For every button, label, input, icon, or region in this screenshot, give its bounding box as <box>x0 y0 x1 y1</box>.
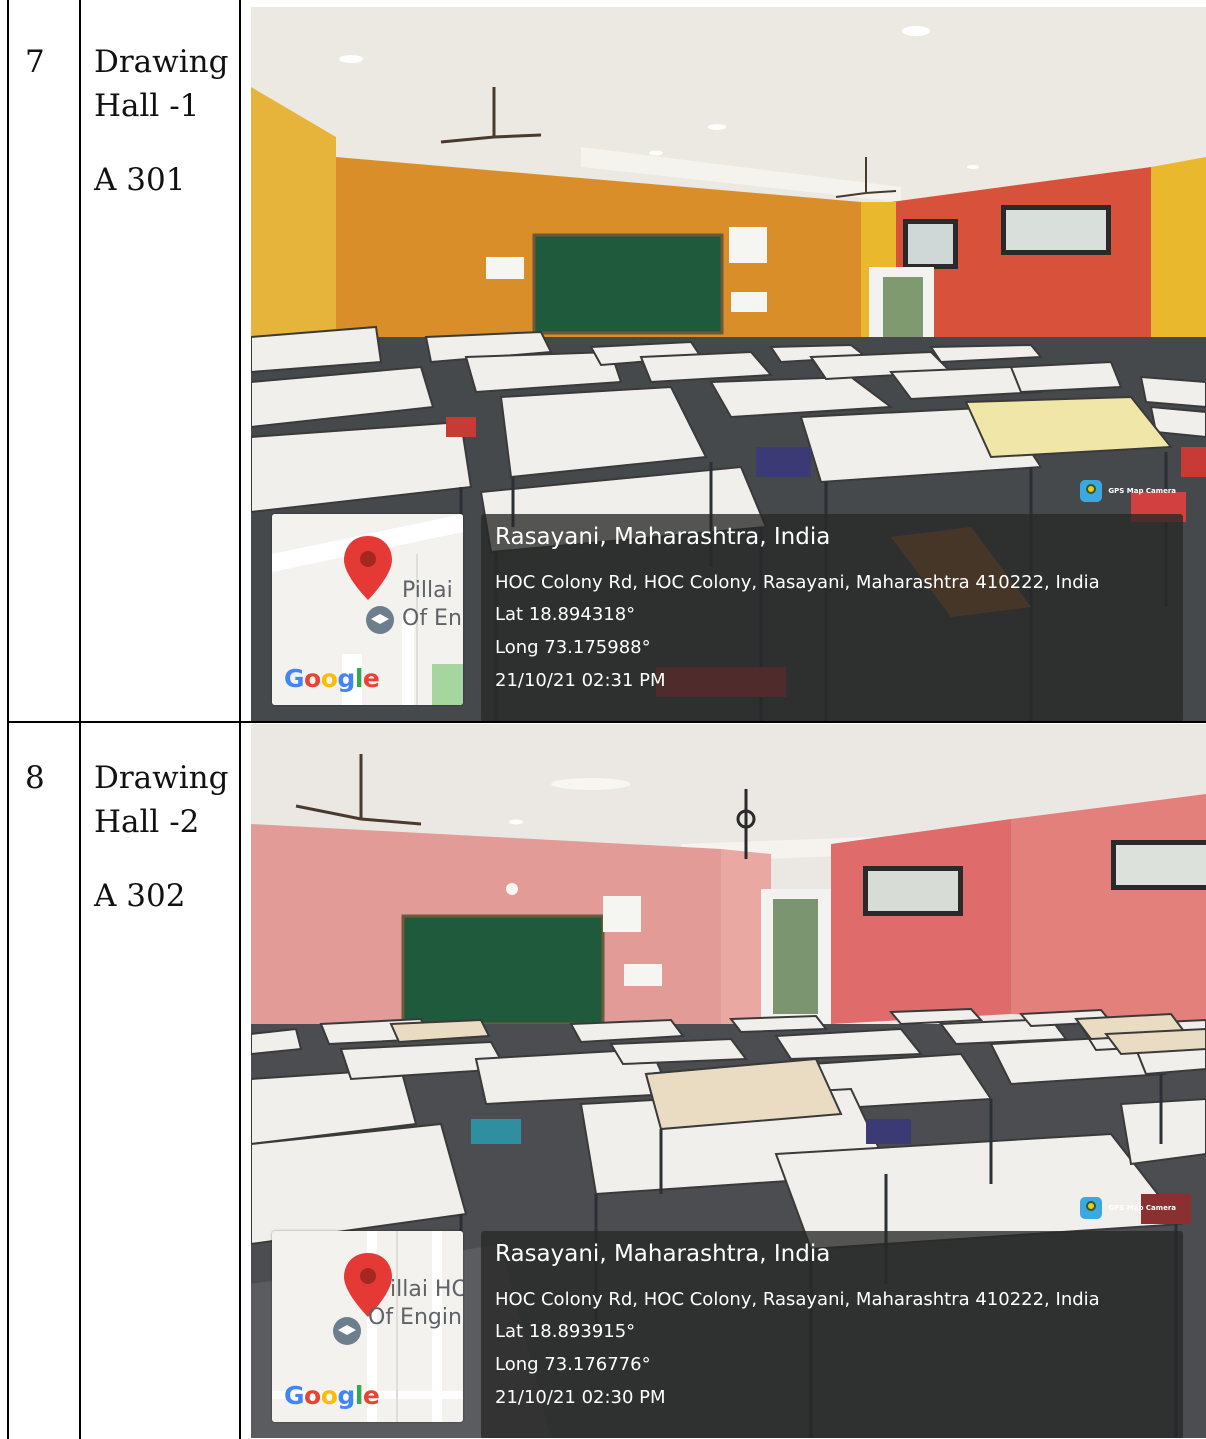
address-text: HOC Colony Rd, HOC Colony, Rasayani, Mah… <box>495 1289 1100 1310</box>
map-label-2: Of Engin <box>368 1305 462 1330</box>
room-code: A 302 <box>94 878 186 914</box>
gps-map-camera-badge: GPS Map Camera <box>1080 480 1176 502</box>
longitude-text: Long 73.175988° <box>495 637 651 658</box>
map-label-1: Pillai <box>402 578 453 603</box>
table-border-col1 <box>79 0 81 1439</box>
datetime-text: 21/10/21 02:30 PM <box>495 1387 666 1408</box>
room-name-line2: Hall -2 <box>94 804 200 840</box>
room-code: A 301 <box>94 162 186 198</box>
location-info-panel: Rasayani, Maharashtra, India HOC Colony … <box>481 1231 1183 1438</box>
google-logo: Google <box>284 664 380 693</box>
location-title: Rasayani, Maharashtra, India <box>495 524 831 550</box>
room-name-line1: Drawing <box>94 760 229 796</box>
classroom-photo: GPS Map Camera Pillai Of En Google Rasay… <box>251 7 1206 721</box>
gps-map-camera-badge: GPS Map Camera <box>1080 1197 1176 1219</box>
table-border-left <box>7 0 9 1439</box>
room-name-line1: Drawing <box>94 44 229 80</box>
map-label-2: Of En <box>402 606 462 631</box>
row-number: 8 <box>25 760 45 796</box>
map-thumbnail: Pillai Of En Google <box>272 514 463 705</box>
location-title: Rasayani, Maharashtra, India <box>495 1241 831 1267</box>
classroom-photo: GPS Map Camera illai HO Of Engin Google <box>251 724 1206 1438</box>
map-thumbnail: illai HO Of Engin Google <box>272 1231 463 1422</box>
datetime-text: 21/10/21 02:31 PM <box>495 670 666 691</box>
row-number: 7 <box>25 44 45 80</box>
table-row-divider <box>7 721 1206 723</box>
gps-map-camera-icon <box>1080 480 1103 502</box>
table-border-col2 <box>239 0 241 1439</box>
gps-badge-label: GPS Map Camera <box>1108 487 1176 495</box>
latitude-text: Lat 18.894318° <box>495 604 636 625</box>
gps-map-camera-icon <box>1080 1197 1103 1219</box>
gps-badge-label: GPS Map Camera <box>1108 1204 1176 1212</box>
longitude-text: Long 73.176776° <box>495 1354 651 1375</box>
latitude-text: Lat 18.893915° <box>495 1321 636 1342</box>
map-label-1: illai HO <box>390 1277 463 1302</box>
address-text: HOC Colony Rd, HOC Colony, Rasayani, Mah… <box>495 572 1100 593</box>
google-logo: Google <box>284 1381 380 1410</box>
room-name-line2: Hall -1 <box>94 88 200 124</box>
location-info-panel: Rasayani, Maharashtra, India HOC Colony … <box>481 514 1183 721</box>
